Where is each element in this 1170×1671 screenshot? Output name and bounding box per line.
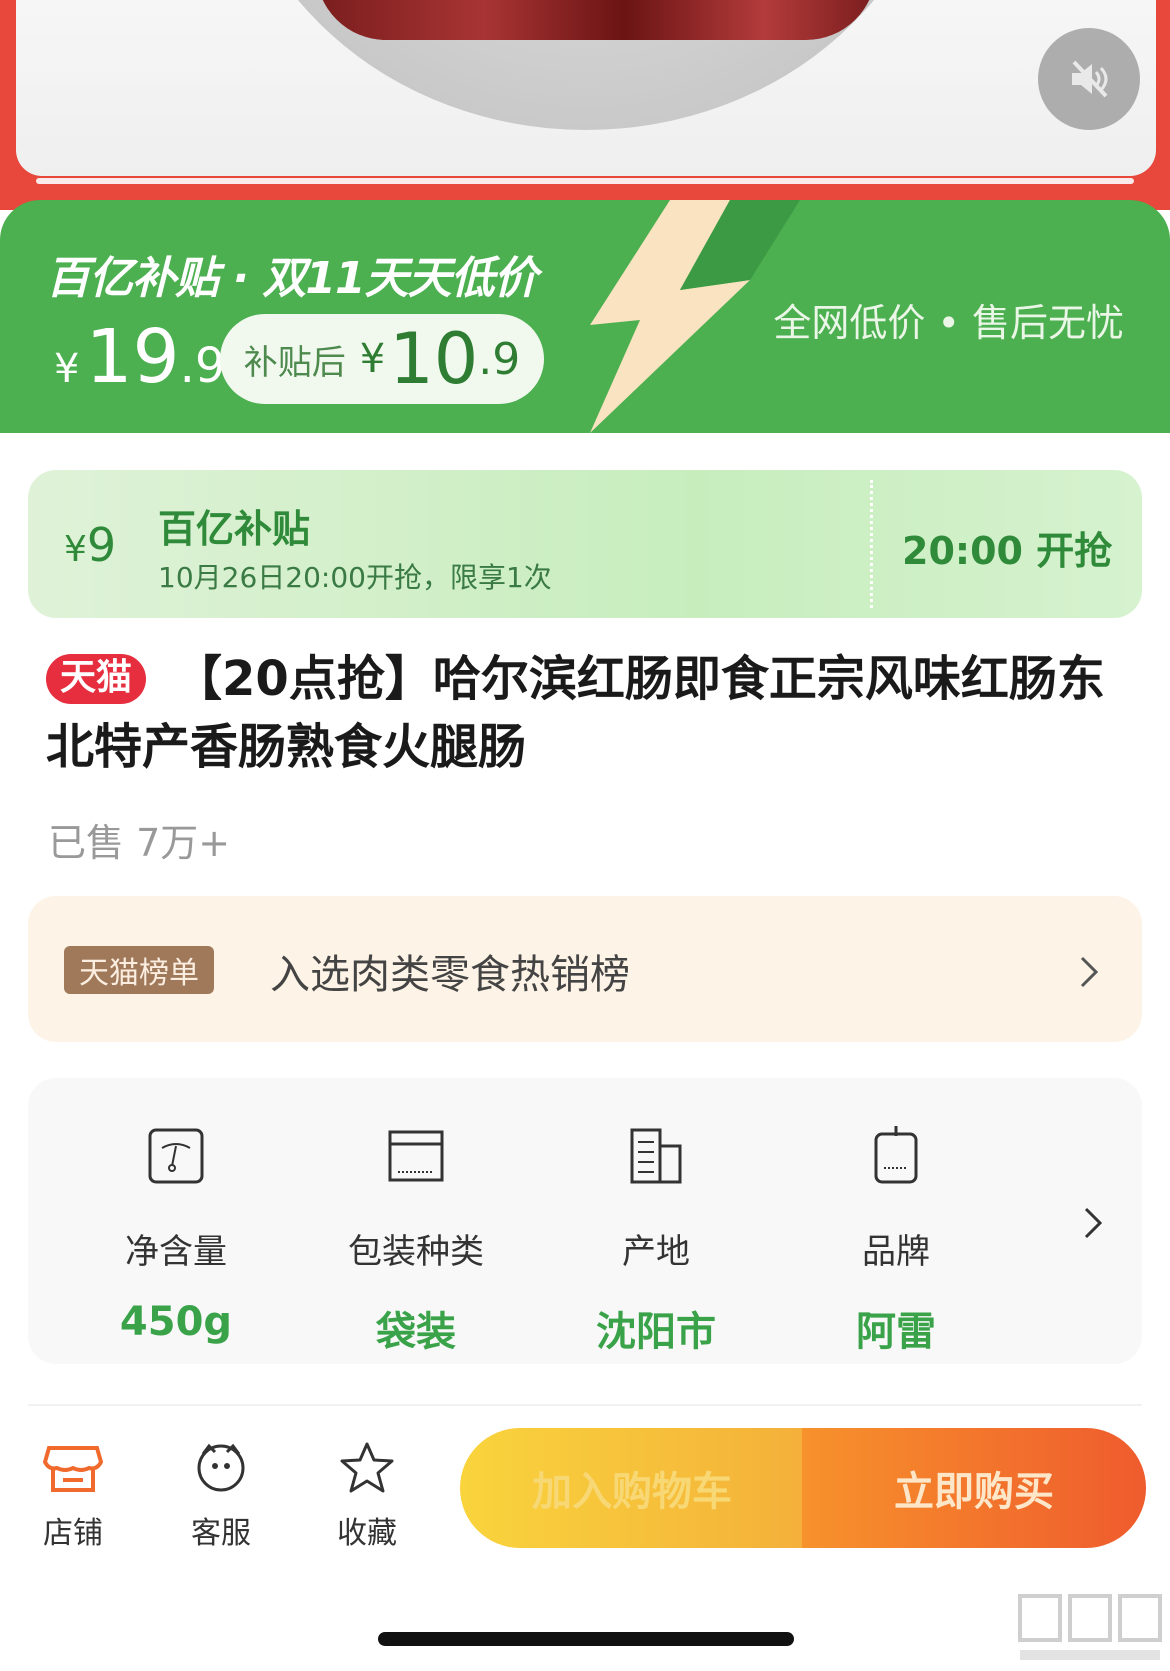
product-title-block: 天猫 【20点抢】哈尔滨红肠即食正宗风味红肠东北特产香肠熟食火腿肠 <box>46 645 1136 781</box>
favorite-button[interactable]: 收藏 <box>322 1440 412 1552</box>
coupon-description: 10月26日20:00开抢，限享1次 <box>158 561 552 594</box>
customer-service-label: 客服 <box>191 1516 251 1551</box>
building-icon <box>630 1128 682 1184</box>
store-label: 店铺 <box>43 1516 103 1551</box>
original-price: ¥19.9 <box>54 320 225 394</box>
attribute-value: 450g <box>119 1299 233 1345</box>
price-integer: 19 <box>85 314 180 400</box>
chevron-right-icon[interactable] <box>1078 1203 1108 1243</box>
attribute-packaging: 包装种类 袋装 <box>316 1124 516 1357</box>
ranking-banner[interactable]: 天猫榜单 入选肉类零食热销榜 <box>28 896 1142 1042</box>
speaker-muted-icon <box>1072 60 1108 98</box>
attribute-label: 净含量 <box>125 1232 227 1272</box>
customer-service-button[interactable]: 客服 <box>176 1440 266 1552</box>
attribute-label: 包装种类 <box>348 1232 484 1272</box>
scale-icon <box>148 1128 204 1184</box>
after-price-decimal: .9 <box>478 333 521 385</box>
sausage-image <box>316 0 876 40</box>
subsidy-title: 百亿补贴 · 双11天天低价 <box>46 253 538 304</box>
coupon-title: 百亿补贴 <box>158 507 311 551</box>
tmall-badge: 天猫 <box>46 654 147 704</box>
price-decimal: .9 <box>179 338 226 394</box>
product-image[interactable] <box>16 0 1156 176</box>
sold-count: 已售 7万+ <box>48 821 231 865</box>
attribute-brand: 品牌 阿雷 <box>796 1124 996 1357</box>
divider <box>28 1404 1142 1406</box>
add-to-cart-button[interactable]: 加入购物车 <box>460 1428 804 1548</box>
attribute-label: 品牌 <box>862 1232 930 1272</box>
product-title: 【20点抢】哈尔滨红肠即食正宗风味红肠东北特产香肠熟食火腿肠 <box>46 651 1105 775</box>
coupon-divider <box>870 480 873 608</box>
star-icon <box>340 1442 394 1493</box>
store-icon <box>42 1446 104 1492</box>
price-symbol: ¥ <box>54 346 80 392</box>
ranking-text: 入选肉类零食热销榜 <box>270 952 630 998</box>
watermark-logo <box>1018 1594 1162 1660</box>
brand-tag-icon <box>874 1126 918 1184</box>
attribute-label: 产地 <box>622 1232 690 1272</box>
coupon-symbol: ¥ <box>64 529 87 570</box>
package-box-icon <box>388 1130 444 1182</box>
home-indicator <box>378 1632 794 1646</box>
after-price-integer: 10 <box>389 318 479 400</box>
attribute-origin: 产地 沈阳市 <box>556 1124 756 1357</box>
after-price-symbol: ¥ <box>359 336 386 382</box>
product-image-area[interactable] <box>0 0 1170 210</box>
subsidy-slogan: 全网低价 • 售后无忧 <box>773 301 1124 345</box>
subsidy-coupon[interactable]: ¥9 百亿补贴 10月26日20:00开抢，限享1次 20:00 开抢 <box>28 470 1142 618</box>
after-subsidy-price: 补贴后 ¥10.9 <box>220 314 544 404</box>
buy-now-button[interactable]: 立即购买 <box>802 1428 1146 1548</box>
store-button[interactable]: 店铺 <box>28 1440 118 1552</box>
tmall-ranking-badge: 天猫榜单 <box>64 946 214 994</box>
coupon-start-time[interactable]: 20:00 开抢 <box>902 520 1112 575</box>
mute-button[interactable] <box>1038 28 1140 130</box>
lightning-icon <box>590 200 800 433</box>
coupon-value: 9 <box>86 518 117 572</box>
chevron-right-icon <box>1080 956 1099 988</box>
favorite-label: 收藏 <box>337 1516 397 1551</box>
attribute-value: 沈阳市 <box>596 1309 716 1355</box>
after-subsidy-label: 补贴后 <box>243 342 346 383</box>
attribute-value: 阿雷 <box>856 1309 936 1355</box>
product-attributes[interactable]: 净含量 450g 包装种类 袋装 产地 沈阳市 品牌 阿雷 <box>28 1078 1142 1364</box>
subsidy-banner[interactable]: 百亿补贴 · 双11天天低价 ¥19.9 补贴后 ¥10.9 全网低价 • 售后… <box>0 200 1170 433</box>
attribute-value: 袋装 <box>376 1309 456 1355</box>
attribute-net-weight: 净含量 450g <box>76 1124 276 1345</box>
coupon-amount: ¥9 <box>64 518 116 572</box>
customer-service-icon <box>197 1443 245 1492</box>
image-pager-strip <box>36 178 1134 184</box>
